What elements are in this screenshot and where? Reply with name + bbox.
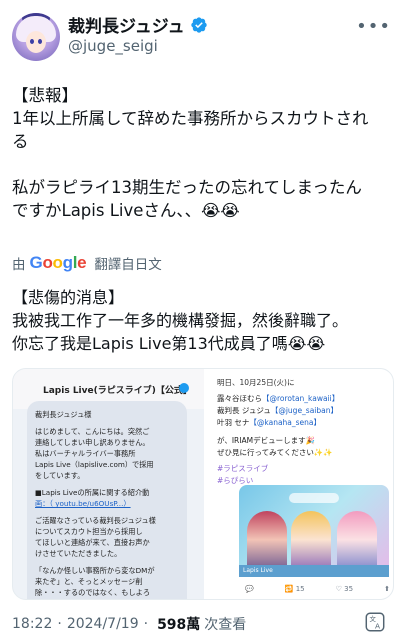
debut-actions: 💬 🔁 15 ♡ 35 ⬆: [245, 585, 390, 593]
card-logo: [289, 493, 339, 503]
debut-hashtag: #ラピスライブ: [217, 464, 269, 473]
avatar-face: [26, 31, 46, 53]
tweet-line: 【悲報】: [12, 86, 78, 105]
tweet-date[interactable]: 2024/7/19: [67, 616, 139, 632]
tweet-line: 私がラピライ13期生だったの忘れてしまったん: [12, 178, 362, 197]
views-label: 次查看: [204, 617, 247, 633]
debut-line: が、IRIAMデビューします🎉: [217, 436, 315, 445]
dm-line: Lapis Live（lapislive.com）で採用: [35, 460, 154, 469]
svg-text:A: A: [375, 621, 380, 630]
tweet-media[interactable]: Lapis Live(ラピスライブ)【公式】 裁判長ジュジュ様 はじめまして、こ…: [12, 368, 394, 600]
dm-link: 画：（ youtu.be/u6OUsP...）: [35, 499, 131, 508]
dm-line: 私はバーチャルライバー事務所: [35, 449, 136, 458]
media-image-debut-post[interactable]: 明日、10月25日(火)に 露々谷ほむら【@rorotan_kawaii】 裁判…: [205, 369, 393, 599]
dm-line: けさせていただきました。: [35, 549, 122, 558]
author-avatar[interactable]: [12, 13, 60, 61]
dm-line: 連絡してしまい申し訳ありません。: [35, 438, 150, 447]
dm-line: 除・・・するのではなく、もしよろ: [35, 588, 151, 597]
author-display-name[interactable]: 裁判長ジュジュ: [68, 12, 185, 37]
dm-line: 来たぞ」と、そっとメッセージ削: [35, 577, 143, 586]
tweet-meta: 18:22 · 2024/7/19 · 598萬 次查看: [12, 614, 246, 634]
tweet-line: ですかLapis Liveさん、、😭😭: [12, 201, 240, 220]
meta-separator: ·: [57, 616, 62, 632]
debut-line: 露々谷ほむら【@rorotan_kawaii】: [217, 394, 340, 403]
dm-line: をしています。: [35, 471, 85, 480]
more-options-icon[interactable]: •••: [356, 16, 391, 37]
dm-title: Lapis Live(ラピスライブ)【公式】: [43, 386, 192, 396]
verified-badge-icon: [190, 16, 207, 33]
dm-line: についてスカウト担当から採用し: [35, 527, 143, 536]
media-image-dm-screenshot[interactable]: Lapis Live(ラピスライブ)【公式】 裁判長ジュジュ様 はじめまして、こ…: [13, 369, 204, 599]
views-count: 598萬: [157, 617, 201, 633]
reply-icon: 💬: [245, 585, 254, 593]
translated-text: 【悲傷的消息】 我被我工作了一年多的機構發掘，然後辭職了。 你忘了我是Lapis…: [12, 286, 395, 355]
debut-card-image: [239, 485, 389, 575]
tweet-header: 裁判長ジュジュ @juge_seigi •••: [0, 0, 403, 72]
debut-line: 叶羽 セナ【@kanaha_sena】: [217, 418, 322, 427]
dm-verified-icon: [179, 383, 189, 393]
debut-date: 明日、10月25日(火)に: [217, 378, 295, 387]
tweet-time[interactable]: 18:22: [12, 616, 52, 632]
dm-message-bubble: 裁判長ジュジュ様 はじめまして、こんにちは。突然ご 連絡してしまい申し訳ありませ…: [27, 401, 187, 599]
translated-line: 我被我工作了一年多的機構發掘，然後辭職了。: [12, 311, 349, 330]
dm-line: 裁判長ジュジュ様: [35, 410, 92, 419]
translate-icon[interactable]: 文 A: [364, 611, 386, 633]
dm-line: てほしいと連絡が来て、直接お声か: [35, 538, 150, 547]
translated-line: 你忘了我是Lapis Live第13代成員了嗎😭😭: [12, 334, 326, 353]
translated-line: 【悲傷的消息】: [12, 288, 125, 307]
author-handle[interactable]: @juge_seigi: [68, 37, 158, 55]
translation-source-label[interactable]: 翻譯自日文: [94, 253, 162, 273]
tweet-line: る: [12, 132, 29, 151]
meta-separator: ·: [143, 616, 149, 632]
dm-line: ■Lapis Liveの所属に関する紹介動: [35, 488, 150, 497]
retweet-count: 🔁 15: [284, 585, 305, 593]
debut-line: ぜひ見に行ってみてください✨✨: [217, 448, 333, 457]
avatar-eye: [38, 39, 42, 44]
google-logo: Google: [29, 253, 87, 272]
dm-line: ご活躍なさっている裁判長ジュジュ様: [35, 516, 156, 525]
dm-line: はじめまして、こんにちは。突然ご: [35, 427, 150, 436]
card-footer: Lapis Live: [239, 565, 389, 577]
translation-attribution[interactable]: 由 Google 翻譯自日文: [12, 253, 162, 273]
debut-line: 裁判長 ジュジュ【@juge_saiban】: [217, 406, 339, 415]
tweet-line: 1年以上所属して辞めた事務所からスカウトされ: [12, 109, 369, 128]
tweet-line-gap: [12, 153, 395, 176]
like-count: ♡ 35: [335, 585, 354, 593]
dm-line: 「なんか怪しい事務所から変なDMが: [35, 566, 155, 575]
avatar-eye: [30, 39, 34, 44]
translation-prefix: 由: [12, 257, 26, 273]
tweet-text: 【悲報】 1年以上所属して辞めた事務所からスカウトされ る 私がラピライ13期生…: [12, 84, 395, 222]
author-name-row[interactable]: 裁判長ジュジュ: [68, 12, 208, 37]
share-icon: ⬆: [384, 585, 390, 593]
